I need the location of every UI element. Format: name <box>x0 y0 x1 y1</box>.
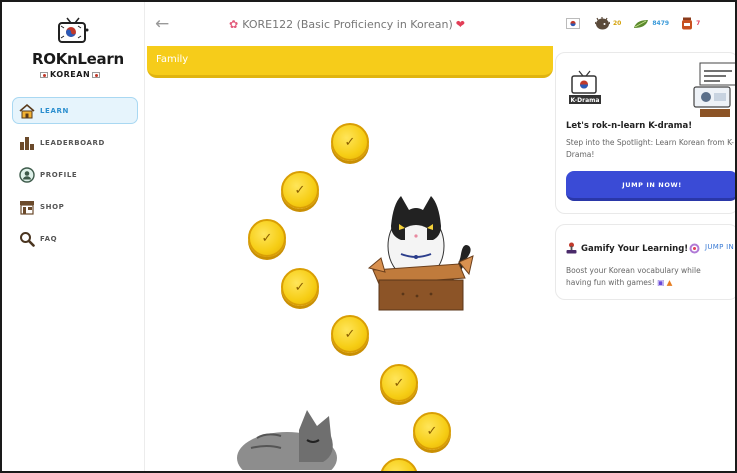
gamify-promo-card: Gamify Your Learning! JUMP IN! Boost you… <box>555 224 735 300</box>
gems-count: 8479 <box>652 20 670 27</box>
sidebar-item-profile[interactable]: PROFILE <box>12 161 138 188</box>
tv-icon <box>58 17 89 43</box>
target-icon <box>689 243 700 254</box>
unit-subtitle: Family <box>156 54 189 65</box>
gamify-card-description-text: Boost your Korean vocabulary while havin… <box>566 266 701 287</box>
unit-banner[interactable]: Family <box>147 46 553 78</box>
gamify-card-description: Boost your Korean vocabulary while havin… <box>566 265 721 289</box>
gems-stat[interactable]: 8479 <box>633 19 669 29</box>
logo-subtitle: KOREAN <box>38 70 102 79</box>
hearts-count: 7 <box>696 20 701 27</box>
sidebar-item-label: FAQ <box>40 234 58 243</box>
sidebar-item-learn[interactable]: LEARN <box>12 97 138 124</box>
sidebar-item-shop[interactable]: SHOP <box>12 193 138 220</box>
lesson-node-completed[interactable]: ✓ <box>281 171 319 209</box>
cat-in-box-illustration <box>367 196 474 311</box>
kdrama-promo-illustration <box>693 62 735 117</box>
shop-icon <box>19 199 35 215</box>
kdrama-promo-card: K-Drama Let's rok-n-learn K-drama! Step … <box>555 52 735 214</box>
lesson-node-completed[interactable]: ✓ <box>331 315 369 353</box>
check-icon: ✓ <box>294 279 306 295</box>
lesson-node-completed[interactable]: ✓ <box>413 412 451 450</box>
jump-in-now-button[interactable]: JUMP IN NOW! <box>566 171 735 201</box>
check-icon: ✓ <box>393 375 405 391</box>
korean-flag-icon <box>92 71 101 78</box>
flag-stat[interactable] <box>566 18 583 29</box>
check-icon: ✓ <box>344 134 356 150</box>
lesson-node-completed[interactable]: ✓ <box>331 123 369 161</box>
heart-icon: ❤ <box>455 18 465 31</box>
korean-flag-icon <box>40 71 48 78</box>
app-frame: ROKnLearn KOREAN LEARN LEADERBOARD PROFI… <box>0 0 737 473</box>
sidebar-item-label: PROFILE <box>40 170 78 179</box>
sidebar-item-label: LEADERBOARD <box>40 138 105 147</box>
fire-icon: ▲ <box>666 278 673 287</box>
sleeping-cat-illustration <box>237 410 337 470</box>
lesson-node-completed[interactable]: ✓ <box>380 458 418 471</box>
korean-flag-icon <box>566 18 580 29</box>
logo-title: ROKnLearn <box>32 50 124 68</box>
check-icon: ✓ <box>426 423 438 439</box>
top-header: ← ✿ KORE122 (Basic Proficiency in Korean)… <box>145 2 735 46</box>
kdrama-badge: K-Drama <box>571 97 600 104</box>
right-panel: K-Drama Let's rok-n-learn K-drama! Step … <box>555 46 735 471</box>
magnifier-icon <box>19 231 35 247</box>
sidebar: ROKnLearn KOREAN LEARN LEADERBOARD PROFI… <box>2 2 145 471</box>
kdrama-card-description: Step into the Spotlight: Learn Korean fr… <box>566 138 734 159</box>
lesson-node-completed[interactable]: ✓ <box>380 364 418 402</box>
sidebar-item-faq[interactable]: FAQ <box>12 225 138 252</box>
profile-icon <box>19 166 35 183</box>
hedgehog-icon <box>595 17 610 30</box>
hearts-stat[interactable]: 7 <box>681 17 700 30</box>
house-icon <box>19 103 35 119</box>
streak-stat[interactable]: 20 <box>595 17 621 30</box>
kdrama-tv-icon: K-Drama <box>569 70 601 104</box>
jar-icon <box>682 17 693 30</box>
logo-subtitle-text: KOREAN <box>50 70 91 79</box>
app-logo[interactable]: ROKnLearn KOREAN <box>24 14 124 84</box>
check-icon: ✓ <box>261 230 273 246</box>
course-title: ✿ KORE122 (Basic Proficiency in Korean) ❤ <box>229 18 465 31</box>
gamify-card-title: Gamify Your Learning! <box>581 244 689 254</box>
check-icon: ✓ <box>394 471 405 472</box>
stats-bar: 20 8479 7 <box>566 17 712 30</box>
streak-count: 20 <box>613 20 622 27</box>
sidebar-item-leaderboard[interactable]: LEADERBOARD <box>12 129 138 156</box>
joystick-icon <box>566 242 577 254</box>
gamepad-icon: ▣ <box>657 278 665 287</box>
back-arrow-icon[interactable]: ← <box>155 14 169 34</box>
lesson-path-area: Family ✓ ✓ ✓ ✓ ✓ ✓ ✓ ✓ <box>145 46 555 471</box>
sidebar-item-label: SHOP <box>40 202 65 211</box>
sidebar-nav: LEARN LEADERBOARD PROFILE SHOP FAQ <box>12 97 138 257</box>
lesson-node-completed[interactable]: ✓ <box>248 219 286 257</box>
check-icon: ✓ <box>294 182 306 198</box>
kdrama-card-title: Let's rok-n-learn K-drama! <box>566 121 693 131</box>
jump-in-link[interactable]: JUMP IN! <box>705 243 735 251</box>
course-title-text: KORE122 (Basic Proficiency in Korean) <box>242 18 453 31</box>
sidebar-item-label: LEARN <box>40 106 69 115</box>
check-icon: ✓ <box>344 326 356 342</box>
leaf-gem-icon <box>634 19 649 28</box>
flower-icon: ✿ <box>229 18 239 31</box>
leaderboard-icon <box>19 135 35 151</box>
lesson-node-completed[interactable]: ✓ <box>281 268 319 306</box>
